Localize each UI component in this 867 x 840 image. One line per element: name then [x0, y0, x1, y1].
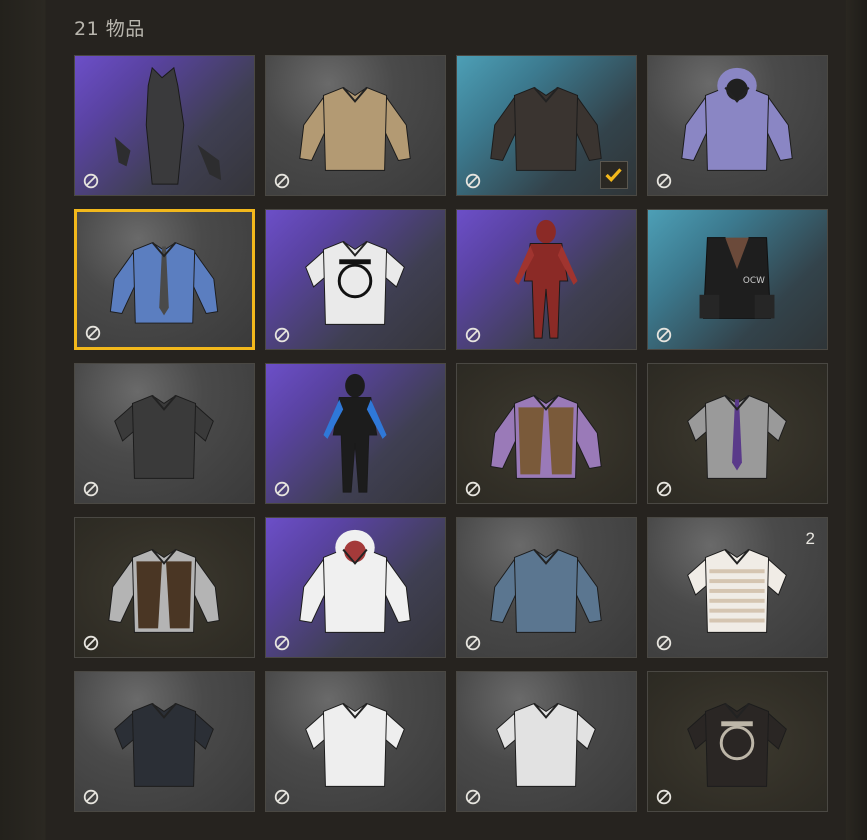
garment-image: [490, 394, 602, 479]
ban-icon: [83, 635, 99, 651]
item-tile-leopard-vest-shirt[interactable]: [456, 363, 637, 504]
ban-icon: [656, 635, 672, 651]
ban-icon: [274, 481, 290, 497]
item-tile-white-vneck[interactable]: [456, 671, 637, 812]
garment-image: OCW: [699, 237, 775, 319]
garment-image: [109, 242, 219, 324]
garment-image: [305, 702, 405, 787]
ban-icon: [656, 481, 672, 497]
garment-image: [687, 394, 787, 479]
item-tile-tan-longsleeve[interactable]: [265, 55, 446, 196]
garment-image: [114, 702, 214, 787]
item-tile-werewolf-outfit[interactable]: [74, 55, 255, 196]
item-count-badge: 2: [805, 529, 815, 548]
item-tile-cat-hoodie[interactable]: [265, 517, 446, 658]
inventory-grid: OCW 2: [74, 55, 828, 812]
item-tile-winner-tshirt[interactable]: [647, 671, 828, 812]
item-tile-cow-print-top[interactable]: [265, 209, 446, 350]
garment-image: [108, 548, 220, 633]
ban-icon: [85, 325, 101, 341]
item-count-label: 21 物品: [74, 18, 145, 40]
ban-icon: [656, 789, 672, 805]
garment-image: [299, 529, 411, 633]
item-tile-red-jumpsuit[interactable]: [456, 209, 637, 350]
ban-icon: [465, 173, 481, 189]
ban-icon: [465, 789, 481, 805]
equipped-check-icon: [600, 161, 628, 189]
ban-icon: [465, 327, 481, 343]
ban-icon: [83, 173, 99, 189]
item-tile-black-polo[interactable]: [74, 363, 255, 504]
garment-image: [299, 86, 411, 171]
item-tile-striped-polo[interactable]: 2: [647, 517, 828, 658]
item-tile-moto-suit[interactable]: [265, 363, 446, 504]
ban-icon: [465, 481, 481, 497]
item-tile-brown-vest-shirt[interactable]: [74, 517, 255, 658]
ban-icon: [83, 789, 99, 805]
garment-image: [305, 240, 405, 325]
ban-icon: [274, 789, 290, 805]
garment-image: [323, 373, 387, 493]
garment-image: [514, 219, 578, 339]
ban-icon: [465, 635, 481, 651]
item-tile-leather-jacket[interactable]: [456, 55, 637, 196]
item-tile-white-tshirt[interactable]: [265, 671, 446, 812]
item-tile-tactical-vest[interactable]: OCW: [647, 209, 828, 350]
ban-icon: [656, 173, 672, 189]
item-tile-iridescent-harness-jacket[interactable]: [647, 55, 828, 196]
ban-icon: [274, 327, 290, 343]
garment-image: [114, 394, 214, 479]
ban-icon: [274, 173, 290, 189]
svg-text:OCW: OCW: [743, 276, 765, 286]
item-tile-black-shortsleeve-shirt[interactable]: [74, 671, 255, 812]
ban-icon: [274, 635, 290, 651]
ban-icon: [656, 327, 672, 343]
garment-image: [496, 702, 596, 787]
item-tile-blue-shirt-tie[interactable]: [74, 209, 255, 350]
item-tile-denim-shirt[interactable]: [456, 517, 637, 658]
garment-image: [490, 548, 602, 633]
garment-image: [687, 702, 787, 787]
garment-image: [681, 67, 793, 171]
garment-image: [114, 66, 222, 185]
garment-image: [687, 548, 787, 633]
item-tile-gray-shirt-purple-tie[interactable]: [647, 363, 828, 504]
ban-icon: [83, 481, 99, 497]
